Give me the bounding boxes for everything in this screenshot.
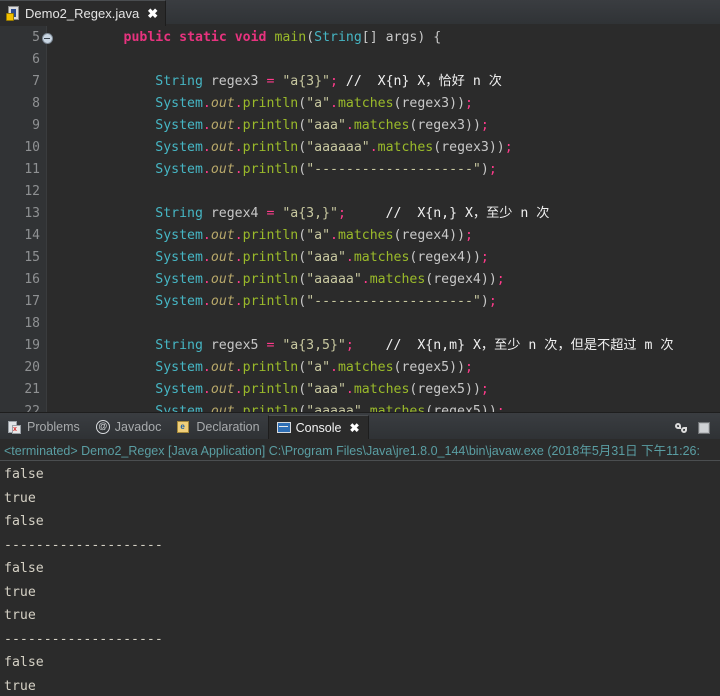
code-text: System.out.println("aaa".matches(regex3)… — [155, 118, 489, 133]
editor-tab-bar: Demo2_Regex.java ✖ — [0, 0, 720, 26]
line-number: 22 — [24, 404, 40, 412]
close-icon[interactable]: ✖ — [147, 7, 158, 20]
console-status-line: <terminated> Demo2_Regex [Java Applicati… — [0, 439, 720, 461]
code-line: 22 System.out.println("aaaaa".matches(re… — [0, 401, 720, 412]
code-line: 21 System.out.println("aaa".matches(rege… — [0, 379, 720, 401]
panel-tab-label: Console — [295, 420, 342, 435]
code-text: String regex4 = "a{3,}"; // X{n,} X，至少 n… — [155, 206, 550, 221]
code-text: System.out.println("aaa".matches(regex4)… — [155, 250, 489, 265]
bottom-panel: x Problems @ Javadoc e Declaration Conso… — [0, 412, 720, 696]
panel-tab-label: Javadoc — [114, 420, 162, 434]
code-text: System.out.println("a".matches(regex3)); — [155, 96, 473, 111]
line-number: 21 — [24, 382, 40, 397]
code-text: String regex5 = "a{3,5}"; // X{n,m} X，至少… — [155, 338, 674, 353]
code-line: 14 System.out.println("a".matches(regex4… — [0, 225, 720, 247]
line-number: 9 — [32, 118, 40, 133]
code-line: 19 String regex5 = "a{3,5}"; // X{n,m} X… — [0, 335, 720, 357]
java-file-icon — [6, 6, 20, 21]
line-number: 20 — [24, 360, 40, 375]
panel-tab-problems[interactable]: x Problems — [0, 415, 88, 439]
console-output-line: true — [4, 678, 36, 694]
code-text: System.out.println("aaaaa".matches(regex… — [155, 272, 505, 287]
code-line: 15 System.out.println("aaa".matches(rege… — [0, 247, 720, 269]
panel-toolbar — [674, 420, 720, 439]
close-icon[interactable]: ✖ — [349, 421, 359, 435]
warning-badge-icon — [6, 13, 14, 21]
code-text: public static void main(String[] args) { — [123, 30, 442, 45]
console-output-line: true — [4, 608, 36, 623]
code-line: 6 — [0, 49, 720, 71]
problems-icon: x — [8, 420, 22, 434]
code-editor[interactable]: 5 public static void main(String[] args)… — [0, 26, 720, 412]
code-text: System.out.println("--------------------… — [155, 294, 497, 309]
code-line: 18 — [0, 313, 720, 335]
console-output-line: false — [4, 514, 44, 529]
javadoc-icon: @ — [95, 420, 110, 434]
line-number: 14 — [24, 228, 40, 243]
code-lines: 5 public static void main(String[] args)… — [0, 26, 720, 412]
panel-tab-label: Problems — [27, 420, 80, 434]
line-number: 10 — [24, 140, 40, 155]
console-output-line: -------------------- — [4, 631, 163, 647]
line-number: 12 — [24, 184, 40, 199]
code-line: 17 System.out.println("-----------------… — [0, 291, 720, 313]
declaration-icon: e — [177, 420, 191, 434]
console-output-line: -------------------- — [4, 537, 163, 553]
line-number: 7 — [32, 74, 40, 89]
panel-tab-label: Declaration — [196, 420, 260, 434]
code-line: 10 System.out.println("aaaaaa".matches(r… — [0, 137, 720, 159]
line-number: 13 — [24, 206, 40, 221]
code-text: System.out.println("--------------------… — [155, 162, 497, 177]
console-output-line: true — [4, 584, 36, 600]
fold-toggle-icon[interactable] — [40, 32, 54, 44]
line-number: 5 — [32, 30, 40, 45]
line-number: 8 — [32, 96, 40, 111]
code-text: System.out.println("aaaaaa".matches(rege… — [155, 140, 513, 155]
line-number: 16 — [24, 272, 40, 287]
code-line: 20 System.out.println("a".matches(regex5… — [0, 357, 720, 379]
code-line: 16 System.out.println("aaaaa".matches(re… — [0, 269, 720, 291]
code-text: System.out.println("a".matches(regex5)); — [155, 360, 473, 375]
code-line: 8 System.out.println("a".matches(regex3)… — [0, 93, 720, 115]
code-text: System.out.println("aaaaa".matches(regex… — [155, 404, 505, 412]
code-line: 9 System.out.println("aaa".matches(regex… — [0, 115, 720, 137]
console-output-line: false — [4, 467, 44, 482]
code-text: System.out.println("aaa".matches(regex5)… — [155, 382, 489, 397]
pin-console-icon[interactable] — [674, 420, 690, 436]
line-number: 15 — [24, 250, 40, 265]
line-number: 11 — [24, 162, 40, 177]
line-number: 18 — [24, 316, 40, 331]
console-icon — [276, 421, 291, 435]
panel-tab-bar: x Problems @ Javadoc e Declaration Conso… — [0, 412, 720, 439]
code-line: 7 String regex3 = "a{3}"; // X{n} X，恰好 n… — [0, 71, 720, 93]
line-number: 6 — [32, 52, 40, 67]
line-number: 19 — [24, 338, 40, 353]
code-line: 11 System.out.println("-----------------… — [0, 159, 720, 181]
panel-tab-console[interactable]: Console ✖ — [267, 415, 369, 439]
panel-tab-javadoc[interactable]: @ Javadoc — [88, 415, 170, 439]
console-output[interactable]: false true false -------------------- false t… — [0, 461, 720, 696]
code-line: 13 String regex4 = "a{3,}"; // X{n,} X，至… — [0, 203, 720, 225]
code-text: String regex3 = "a{3}"; // X{n} X，恰好 n 次 — [155, 74, 502, 89]
console-output-line: true — [4, 490, 36, 506]
line-number: 17 — [24, 294, 40, 309]
console-output-line: false — [4, 561, 44, 576]
maximize-icon[interactable] — [696, 420, 712, 436]
editor-tab-demo2-regex[interactable]: Demo2_Regex.java ✖ — [0, 0, 167, 26]
code-line: 12 — [0, 181, 720, 203]
code-text: System.out.println("a".matches(regex4)); — [155, 228, 473, 243]
console-output-line: false — [4, 655, 44, 670]
editor-tab-label: Demo2_Regex.java — [25, 6, 140, 21]
code-line: 5 public static void main(String[] args)… — [0, 27, 720, 49]
panel-tab-declaration[interactable]: e Declaration — [169, 415, 267, 439]
